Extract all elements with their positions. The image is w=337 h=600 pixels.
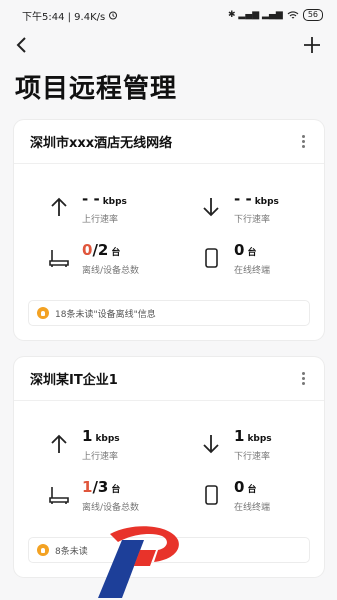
device-count-stat: 1/3 台 离线/设备总数 — [48, 478, 178, 522]
bell-icon — [37, 544, 49, 556]
upload-rate-label: 上行速率 — [82, 452, 119, 462]
arrow-down-icon — [203, 198, 219, 217]
online-terminal-label: 在线终端 — [234, 266, 271, 276]
device-count-label: 离线/设备总数 — [82, 503, 140, 513]
chevron-left-icon[interactable] — [12, 34, 34, 56]
download-rate-label: 下行速率 — [234, 215, 271, 225]
card-header: 深圳某IT企业1 — [14, 357, 324, 401]
page-title: 项目远程管理 — [15, 74, 178, 104]
more-options-icon[interactable] — [296, 372, 310, 386]
download-rate-label: 下行速率 — [234, 452, 271, 462]
upload-rate-value: 1 kbps — [82, 427, 120, 445]
download-rate-stat: 1 kbps 下行速率 — [200, 427, 324, 471]
status-indicators: ✱ ▂▄▆ ▂▄▆ 56 — [228, 9, 323, 21]
alarm-icon — [109, 11, 118, 20]
notice-text: 8条未读 — [55, 546, 88, 557]
download-rate-value: 1 kbps — [234, 427, 272, 445]
device-count-label: 离线/设备总数 — [82, 266, 140, 276]
router-icon — [49, 487, 69, 504]
wifi-icon — [287, 11, 299, 19]
online-terminal-stat: 0台 在线终端 — [200, 241, 324, 285]
project-title: 深圳某IT企业1 — [30, 373, 118, 388]
device-count-value: 1/3 台 — [82, 478, 121, 496]
card-header: 深圳市xxx酒店无线网络 — [14, 120, 324, 164]
upload-rate-label: 上行速率 — [82, 215, 119, 225]
router-icon — [49, 250, 69, 267]
online-terminal-value: 0台 — [234, 241, 257, 259]
project-title: 深圳市xxx酒店无线网络 — [30, 136, 173, 151]
upload-rate-stat: 1 kbps 上行速率 — [48, 427, 178, 471]
bell-icon — [37, 307, 49, 319]
status-bar: 下午5:44 | 9.4K/s ✱ ▂▄▆ ▂▄▆ 56 — [0, 0, 337, 30]
phone-icon — [205, 485, 218, 505]
battery-icon: 56 — [302, 9, 323, 21]
upload-rate-stat: - - kbps 上行速率 — [48, 190, 178, 234]
online-terminal-label: 在线终端 — [234, 503, 271, 513]
brand-logo-icon — [98, 526, 179, 598]
download-rate-stat: - - kbps 下行速率 — [200, 190, 324, 234]
nav-bar — [0, 30, 337, 62]
upload-rate-value: - - kbps — [82, 190, 127, 208]
arrow-up-icon — [51, 197, 67, 216]
online-terminal-stat: 0台 在线终端 — [200, 478, 324, 522]
arrow-down-icon — [203, 435, 219, 454]
arrow-up-icon — [51, 434, 67, 453]
download-rate-value: - - kbps — [234, 190, 279, 208]
online-terminal-value: 0台 — [234, 478, 257, 496]
device-count-stat: 0/2 台 离线/设备总数 — [48, 241, 178, 285]
project-card[interactable]: 深圳市xxx酒店无线网络 - - kbps 上行速率 - - kbps 下行速率 0… — [14, 120, 324, 340]
status-time: 下午5:44 | 9.4K/s — [22, 11, 106, 23]
plus-icon[interactable] — [301, 34, 323, 56]
signal-icon: ✱ ▂▄▆ ▂▄▆ — [228, 10, 283, 20]
status-time-speed: 下午5:44 | 9.4K/s — [22, 8, 118, 23]
notice-text: 18条未读"设备离线"信息 — [55, 309, 156, 320]
offline-notice[interactable]: 18条未读"设备离线"信息 — [28, 300, 310, 326]
device-count-value: 0/2 台 — [82, 241, 121, 259]
more-options-icon[interactable] — [296, 135, 310, 149]
phone-icon — [205, 248, 218, 268]
